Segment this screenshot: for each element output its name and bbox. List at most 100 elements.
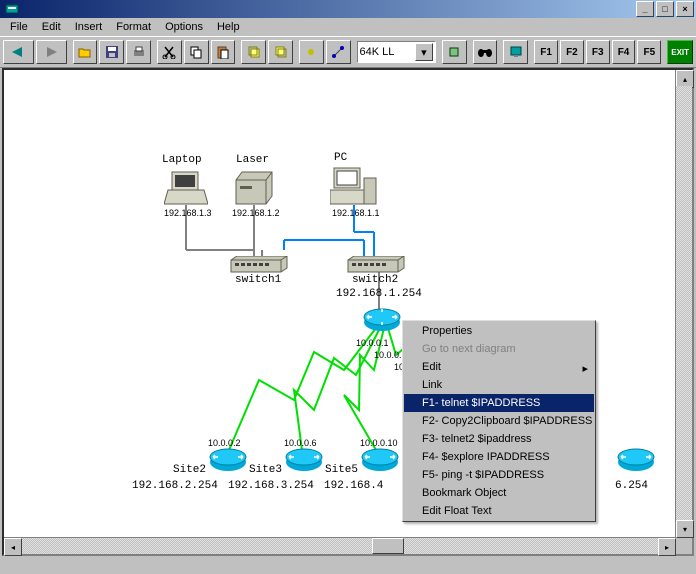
hscroll-thumb[interactable] [372, 538, 404, 554]
exit-button[interactable]: EXIT [667, 40, 693, 64]
hscroll-track[interactable] [22, 538, 658, 554]
f2-button[interactable]: F2 [560, 40, 584, 64]
triangle-right-icon [43, 47, 59, 57]
folder-open-icon [78, 46, 92, 58]
app-icon [4, 1, 20, 17]
vscroll-track[interactable] [676, 86, 692, 522]
site5-node[interactable] [360, 448, 400, 472]
site3-label: Site3 [249, 464, 282, 476]
submenu-arrow-icon: ▸ [582, 362, 588, 375]
site5-link: 10.0.0.10 [360, 438, 398, 448]
f5-button[interactable]: F5 [637, 40, 661, 64]
link1-label: 10.0.0.1 [356, 338, 389, 348]
cm-f4[interactable]: F4- $explore IPADDRESS [404, 448, 594, 466]
copy-button[interactable] [184, 40, 209, 64]
paste-button[interactable] [211, 40, 236, 64]
zoom-value: 64K LL [360, 46, 395, 58]
title-bar: _ □ × [0, 0, 696, 18]
scroll-down-button[interactable]: ▾ [676, 520, 694, 538]
discover-icon [447, 45, 461, 59]
router-top-node[interactable] [362, 308, 402, 332]
cm-f3[interactable]: F3- telnet2 $ipaddress [404, 430, 594, 448]
horizontal-scrollbar[interactable]: ◂ ▸ [4, 537, 676, 554]
monitor-icon [509, 45, 523, 59]
cm-edit[interactable]: Edit ▸ [404, 358, 594, 376]
site3-node[interactable] [284, 448, 324, 472]
f3-button[interactable]: F3 [586, 40, 610, 64]
triangle-left-icon [10, 47, 26, 57]
layers-front-icon [247, 45, 261, 59]
site2-link: 10.0.0.2 [208, 438, 241, 448]
pc-ip: 192.168.1.1 [332, 208, 380, 218]
f4-button[interactable]: F4 [612, 40, 636, 64]
site2-node[interactable] [208, 448, 248, 472]
cm-bookmark[interactable]: Bookmark Object [404, 484, 594, 502]
cm-float[interactable]: Edit Float Text [404, 502, 594, 520]
switch2-node[interactable] [346, 256, 406, 274]
binoculars-button[interactable] [473, 40, 498, 64]
cm-f5[interactable]: F5- ping -t $IPADDRESS [404, 466, 594, 484]
chevron-down-icon: ▾ [415, 43, 433, 61]
to-front-button[interactable] [241, 40, 266, 64]
menu-format[interactable]: Format [110, 19, 157, 35]
site3-ip: 192.168.3.254 [228, 480, 314, 492]
site6-ip: 6.254 [615, 480, 648, 492]
laptop-ip: 192.168.1.3 [164, 208, 212, 218]
pc-node[interactable] [330, 166, 378, 206]
menu-file[interactable]: File [4, 19, 34, 35]
menu-help[interactable]: Help [211, 19, 246, 35]
scroll-left-button[interactable]: ◂ [4, 538, 22, 556]
node-tool-icon [304, 45, 318, 59]
site5-ip: 192.168.4 [324, 480, 383, 492]
cm-link[interactable]: Link [404, 376, 594, 394]
cut-button[interactable] [157, 40, 182, 64]
menu-insert[interactable]: Insert [69, 19, 109, 35]
layers-back-icon [274, 45, 288, 59]
tool-a-button[interactable] [299, 40, 324, 64]
binoculars-icon [477, 46, 493, 58]
menu-options[interactable]: Options [159, 19, 209, 35]
laptop-label: Laptop [162, 154, 202, 166]
paste-icon [216, 45, 230, 59]
switch1-node[interactable] [229, 256, 289, 274]
cm-f1[interactable]: F1- telnet $IPADDRESS [404, 394, 594, 412]
close-button[interactable]: × [676, 1, 694, 17]
scroll-right-button[interactable]: ▸ [658, 538, 676, 556]
router-top-ip: 192.168.1.254 [336, 288, 422, 300]
laser-label: Laser [236, 154, 269, 166]
pc-label: PC [334, 152, 347, 164]
laser-ip: 192.168.1.2 [232, 208, 280, 218]
cm-edit-label: Edit [422, 361, 441, 373]
open-button[interactable] [73, 40, 98, 64]
zoom-combo[interactable]: 64K LL ▾ [357, 41, 436, 63]
monitor-button[interactable] [503, 40, 528, 64]
minimize-button[interactable]: _ [636, 1, 654, 17]
vertical-scrollbar[interactable]: ▴ ▾ [675, 70, 692, 538]
cm-properties[interactable]: Properties [404, 322, 594, 340]
nav-back-button[interactable] [3, 40, 34, 64]
site6-node[interactable] [616, 448, 656, 472]
to-back-button[interactable] [268, 40, 293, 64]
context-menu: Properties Go to next diagram Edit ▸ Link… [402, 320, 596, 522]
maximize-button[interactable]: □ [656, 1, 674, 17]
copy-icon [189, 45, 203, 59]
floppy-icon [105, 45, 119, 59]
cm-f2[interactable]: F2- Copy2Clipboard $IPADDRESS [404, 412, 594, 430]
laptop-node[interactable] [164, 170, 208, 206]
discover-button[interactable] [442, 40, 467, 64]
nav-forward-button[interactable] [36, 40, 67, 64]
scissors-icon [162, 45, 176, 59]
menu-edit[interactable]: Edit [36, 19, 67, 35]
printer-icon [132, 45, 146, 59]
switch1-label: switch1 [235, 274, 281, 286]
cm-go-next: Go to next diagram [404, 340, 594, 358]
diagram-canvas[interactable]: Laptop 192.168.1.3 Laser 192.168.1.2 PC … [4, 70, 676, 538]
save-button[interactable] [99, 40, 124, 64]
print-button[interactable] [126, 40, 151, 64]
printer-node[interactable] [232, 170, 276, 206]
f1-button[interactable]: F1 [534, 40, 558, 64]
site5-label: Site5 [325, 464, 358, 476]
connector-icon [331, 45, 345, 59]
canvas-container: Laptop 192.168.1.3 Laser 192.168.1.2 PC … [2, 68, 694, 556]
tool-b-button[interactable] [326, 40, 351, 64]
